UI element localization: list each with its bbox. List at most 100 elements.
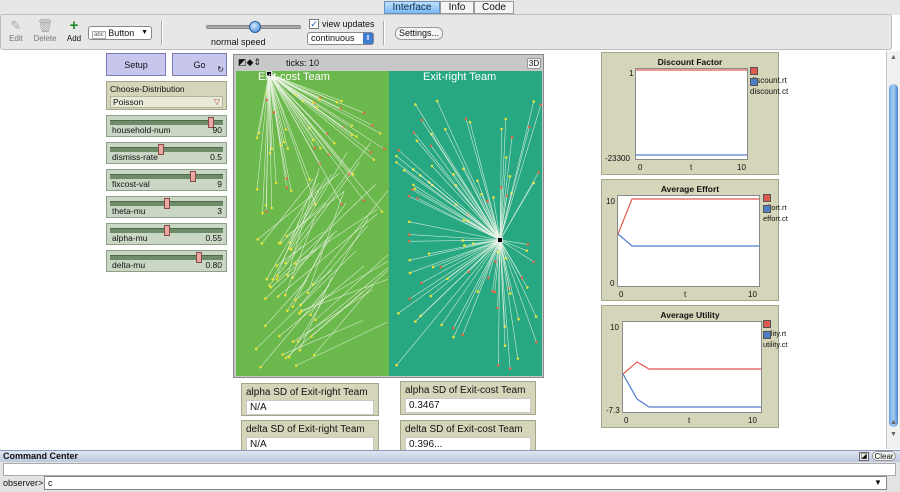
interface-toolbar: ✎ Edit 🗑 Delete + Add abc Button ▼ norma…: [0, 14, 892, 50]
turtle-agent: [263, 324, 267, 328]
slider-knob[interactable]: [163, 225, 170, 236]
turtle-agent: [420, 281, 423, 285]
turtle-agent: [362, 111, 366, 115]
turtle-agent: [427, 252, 431, 256]
world-view-widget: ◩◆⇕ ticks: 10 3D Exit-cost Team Exit-rig…: [233, 54, 544, 378]
turtle-agent: [310, 335, 313, 338]
slider-alpha-mu[interactable]: alpha-mu 0.55: [106, 223, 227, 245]
turtle-agent: [286, 147, 290, 150]
command-history-arrow-icon[interactable]: ▼: [874, 478, 882, 487]
turtle-agent: [287, 355, 291, 359]
slider-fixcost-val[interactable]: fixcost-val 9: [106, 169, 227, 191]
view-size-controls-icon[interactable]: ◩◆⇕: [238, 57, 261, 68]
slider-knob[interactable]: [163, 198, 170, 209]
slider-theta-mu[interactable]: theta-mu 3: [106, 196, 227, 218]
button-widget-icon: abc: [92, 31, 106, 39]
slider-value: 9: [217, 179, 222, 189]
command-input[interactable]: c: [44, 476, 887, 490]
monitor-label: alpha SD of Exit-cost Team: [405, 385, 526, 396]
turtle-agent: [440, 323, 443, 327]
turtle-agent: [291, 340, 295, 343]
observer-prompt-label: observer>: [3, 478, 44, 488]
add-button[interactable]: + Add: [61, 18, 87, 48]
turtle-agent: [255, 188, 259, 191]
setup-button[interactable]: Setup: [106, 53, 166, 76]
slider-household-num[interactable]: household-num 90: [106, 115, 227, 137]
turtle-agent: [286, 309, 289, 313]
turtle-agent: [284, 261, 287, 265]
turtle-agent: [464, 117, 468, 121]
world-canvas[interactable]: Exit-cost Team Exit-right Team: [236, 71, 542, 376]
view-updates-checkbox[interactable]: ✓: [309, 19, 319, 29]
turtle-agent: [395, 154, 398, 158]
tab-code[interactable]: Code: [474, 1, 514, 14]
monitor-delta-sd-exit-right: delta SD of Exit-right Team N/A: [241, 420, 379, 453]
turtle-agent: [311, 138, 315, 142]
legend-swatch: [763, 331, 771, 339]
turtle-agent: [378, 131, 382, 135]
turtle-agent: [476, 179, 479, 183]
speed-slider-track[interactable]: [206, 21, 301, 33]
x-axis-label: t: [688, 416, 691, 425]
pencil-icon: ✎: [10, 18, 22, 33]
turtle-agent: [500, 127, 503, 131]
turtle-agent: [284, 356, 288, 360]
turtle-agent: [535, 340, 538, 344]
turtle-agent: [397, 149, 400, 152]
turtle-agent: [487, 276, 490, 280]
clear-button[interactable]: Clear: [872, 451, 896, 461]
widget-type-dropdown[interactable]: abc Button ▼: [88, 26, 152, 40]
turtle-agent: [463, 244, 466, 247]
edit-button[interactable]: ✎ Edit: [3, 18, 29, 48]
turtle-agent: [275, 274, 279, 278]
turtle-agent: [362, 199, 366, 202]
turtle-agent: [313, 146, 316, 150]
turtle-agent: [504, 117, 508, 121]
turtle-agent: [527, 125, 531, 129]
turtle-agent: [420, 118, 423, 122]
x-max-label: 10: [737, 163, 746, 172]
scroll-up-arrow-icon[interactable]: ▲: [890, 419, 897, 426]
chooser-arrow-icon: ▽: [213, 97, 220, 106]
turtle-agent: [282, 140, 286, 144]
tab-interface[interactable]: Interface: [384, 1, 440, 14]
vertical-scrollbar[interactable]: ▲ ▲ ▼: [886, 51, 900, 449]
tab-info[interactable]: Info: [440, 1, 474, 14]
settings-button[interactable]: Settings...: [395, 27, 443, 40]
turtle-agent: [274, 181, 278, 185]
forever-icon: ↻: [217, 65, 224, 74]
turtle-agent: [516, 357, 520, 360]
slider-knob[interactable]: [158, 144, 165, 155]
y-max-label: 10: [606, 197, 615, 206]
widget-type-value: Button: [108, 28, 135, 38]
delete-button[interactable]: 🗑 Delete: [31, 18, 59, 48]
turtle-agent: [278, 334, 281, 338]
scrollbar-thumb[interactable]: [889, 84, 898, 427]
scroll-down-arrow-icon[interactable]: ▼: [890, 431, 897, 438]
slider-knob[interactable]: [195, 252, 202, 263]
3d-button[interactable]: 3D: [527, 58, 541, 69]
y-min-label: -23300: [605, 154, 630, 163]
view-updates-label: view updates: [322, 19, 375, 29]
update-mode-select[interactable]: continuous ⇕: [307, 32, 374, 45]
exit-right-team-title: Exit-right Team: [423, 71, 496, 83]
turtle-agent: [285, 186, 289, 189]
turtle-agent: [452, 172, 456, 176]
expand-icon[interactable]: ◪: [859, 452, 869, 461]
scroll-up-arrow-icon[interactable]: ▲: [890, 54, 897, 61]
chooser-value[interactable]: Poisson ▽: [110, 96, 223, 108]
slider-knob[interactable]: [190, 171, 197, 182]
speed-slider-knob[interactable]: [248, 21, 261, 33]
turtle-agent: [268, 284, 271, 287]
go-button[interactable]: Go ↻: [172, 53, 227, 76]
slider-delta-mu[interactable]: delta-mu 0.80: [106, 250, 227, 272]
slider-dismiss-rate[interactable]: dismiss-rate 0.5: [106, 142, 227, 164]
turtle-agent: [289, 189, 293, 192]
turtle-agent: [351, 172, 355, 176]
y-max-label: 1: [629, 69, 634, 78]
legend-label: utility.ct: [763, 340, 788, 349]
turtle-agent: [298, 348, 302, 352]
turtle-agent: [497, 364, 500, 367]
turtle-agent: [272, 111, 276, 114]
choose-distribution-chooser[interactable]: Choose-Distribution Poisson ▽: [106, 81, 227, 110]
